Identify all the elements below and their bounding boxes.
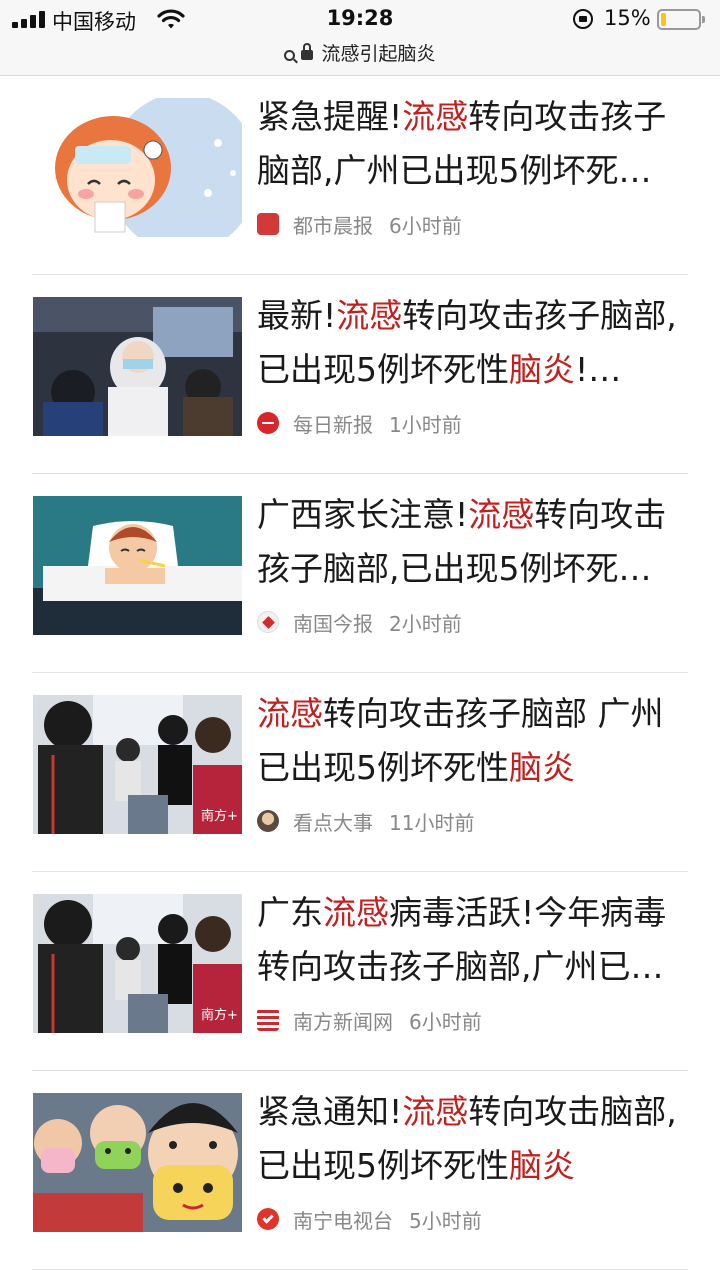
news-item[interactable]: 南方+ 广东流感病毒活跃!今年病毒转向攻击孩子脑部,广州已… 南方新闻网 6小时前 xyxy=(0,872,720,1071)
publish-time: 1小时前 xyxy=(389,412,462,437)
title-keyword-highlight: 流感 xyxy=(402,97,469,136)
svg-text:南方+: 南方+ xyxy=(201,808,238,824)
nanning-tv-logo-icon xyxy=(257,1208,279,1230)
publish-time: 6小时前 xyxy=(389,213,462,238)
source-name: 南方新闻网 xyxy=(293,1009,393,1034)
news-item[interactable]: 广西家长注意!流感转向攻击孩子脑部,已出现5例坏死… 南国今报 2小时前 xyxy=(0,474,720,673)
publish-time: 6小时前 xyxy=(409,1009,482,1034)
title-keyword-highlight: 流感 xyxy=(402,1092,469,1131)
title-text: 紧急通知! xyxy=(257,1092,403,1131)
title-text: 广西家长注意! xyxy=(257,495,469,534)
news-list: 紧急提醒!流感转向攻击孩子脑部,广州已出现5例坏死… 都市晨报 6小时前 最新!流感… xyxy=(0,76,720,1270)
news-title[interactable]: 广东流感病毒活跃!今年病毒转向攻击孩子脑部,广州已… xyxy=(257,886,687,994)
meiri-xinbao-logo-icon xyxy=(257,412,279,434)
news-thumbnail[interactable] xyxy=(33,98,242,237)
address-bar[interactable]: 流感引起脑炎 xyxy=(0,39,720,69)
battery-icon xyxy=(657,9,705,30)
title-text: 紧急提醒! xyxy=(257,97,403,136)
title-text: 最新! xyxy=(257,296,337,335)
divider xyxy=(32,1269,688,1270)
title-keyword-highlight: 脑炎 xyxy=(509,748,575,787)
source-name: 南国今报 xyxy=(293,611,373,636)
news-title[interactable]: 广西家长注意!流感转向攻击孩子脑部,已出现5例坏死… xyxy=(257,488,687,596)
source-name: 看点大事 xyxy=(293,810,373,835)
news-meta: 南国今报 2小时前 xyxy=(257,607,462,637)
dushi-chenbao-logo-icon xyxy=(257,213,279,235)
news-item[interactable]: 紧急通知!流感转向攻击脑部,已出现5例坏死性脑炎南宁电视台 5小时前 xyxy=(0,1071,720,1270)
news-meta: 南方新闻网 6小时前 xyxy=(257,1005,482,1035)
news-title[interactable]: 最新!流感转向攻击孩子脑部,已出现5例坏死性脑炎!… xyxy=(257,289,687,397)
news-title[interactable]: 流感转向攻击孩子脑部 广州已出现5例坏死性脑炎 xyxy=(257,687,687,795)
title-keyword-highlight: 流感 xyxy=(257,694,323,733)
title-keyword-highlight: 流感 xyxy=(323,893,389,932)
news-thumbnail[interactable] xyxy=(33,297,242,436)
source-name: 都市晨报 xyxy=(293,213,373,238)
news-thumbnail[interactable]: 南方+ xyxy=(33,894,242,1033)
lock-icon xyxy=(301,43,314,60)
source-name: 每日新报 xyxy=(293,412,373,437)
rotation-lock-icon xyxy=(573,9,593,29)
news-title[interactable]: 紧急提醒!流感转向攻击孩子脑部,广州已出现5例坏死… xyxy=(257,90,687,198)
news-meta: 都市晨报 6小时前 xyxy=(257,209,462,239)
kandian-dashi-logo-icon xyxy=(257,810,279,832)
news-thumbnail[interactable]: 南方+ xyxy=(33,695,242,834)
svg-text:南方+: 南方+ xyxy=(201,1007,238,1023)
battery-percentage: 15% xyxy=(604,6,651,30)
publish-time: 11小时前 xyxy=(389,810,475,835)
title-keyword-highlight: 流感 xyxy=(336,296,403,335)
news-item[interactable]: 紧急提醒!流感转向攻击孩子脑部,广州已出现5例坏死… 都市晨报 6小时前 xyxy=(0,76,720,275)
status-bar: 中国移动 19:28 15% xyxy=(0,0,720,38)
news-thumbnail[interactable] xyxy=(33,496,242,635)
news-meta: 看点大事 11小时前 xyxy=(257,806,474,836)
browser-top-bar: 中国移动 19:28 15% 流感引起脑炎 xyxy=(0,0,720,76)
title-text: 广东 xyxy=(257,893,323,932)
news-title[interactable]: 紧急通知!流感转向攻击脑部,已出现5例坏死性脑炎 xyxy=(257,1085,687,1193)
title-keyword-highlight: 脑炎 xyxy=(509,350,575,389)
title-keyword-highlight: 脑炎 xyxy=(509,1146,575,1185)
news-item[interactable]: 南方+ 流感转向攻击孩子脑部 广州已出现5例坏死性脑炎看点大事 11小时前 xyxy=(0,673,720,872)
nanguo-jinbao-logo-icon xyxy=(257,611,279,633)
search-icon xyxy=(284,50,296,61)
news-meta: 南宁电视台 5小时前 xyxy=(257,1204,482,1234)
news-item[interactable]: 最新!流感转向攻击孩子脑部,已出现5例坏死性脑炎!… 每日新报 1小时前 xyxy=(0,275,720,474)
news-meta: 每日新报 1小时前 xyxy=(257,408,462,438)
news-thumbnail[interactable] xyxy=(33,1093,242,1232)
nanfang-news-logo-icon xyxy=(257,1009,279,1031)
title-text: !… xyxy=(575,350,622,389)
publish-time: 5小时前 xyxy=(409,1208,482,1233)
source-name: 南宁电视台 xyxy=(293,1208,393,1233)
publish-time: 2小时前 xyxy=(389,611,462,636)
title-keyword-highlight: 流感 xyxy=(468,495,535,534)
address-text: 流感引起脑炎 xyxy=(321,43,436,65)
